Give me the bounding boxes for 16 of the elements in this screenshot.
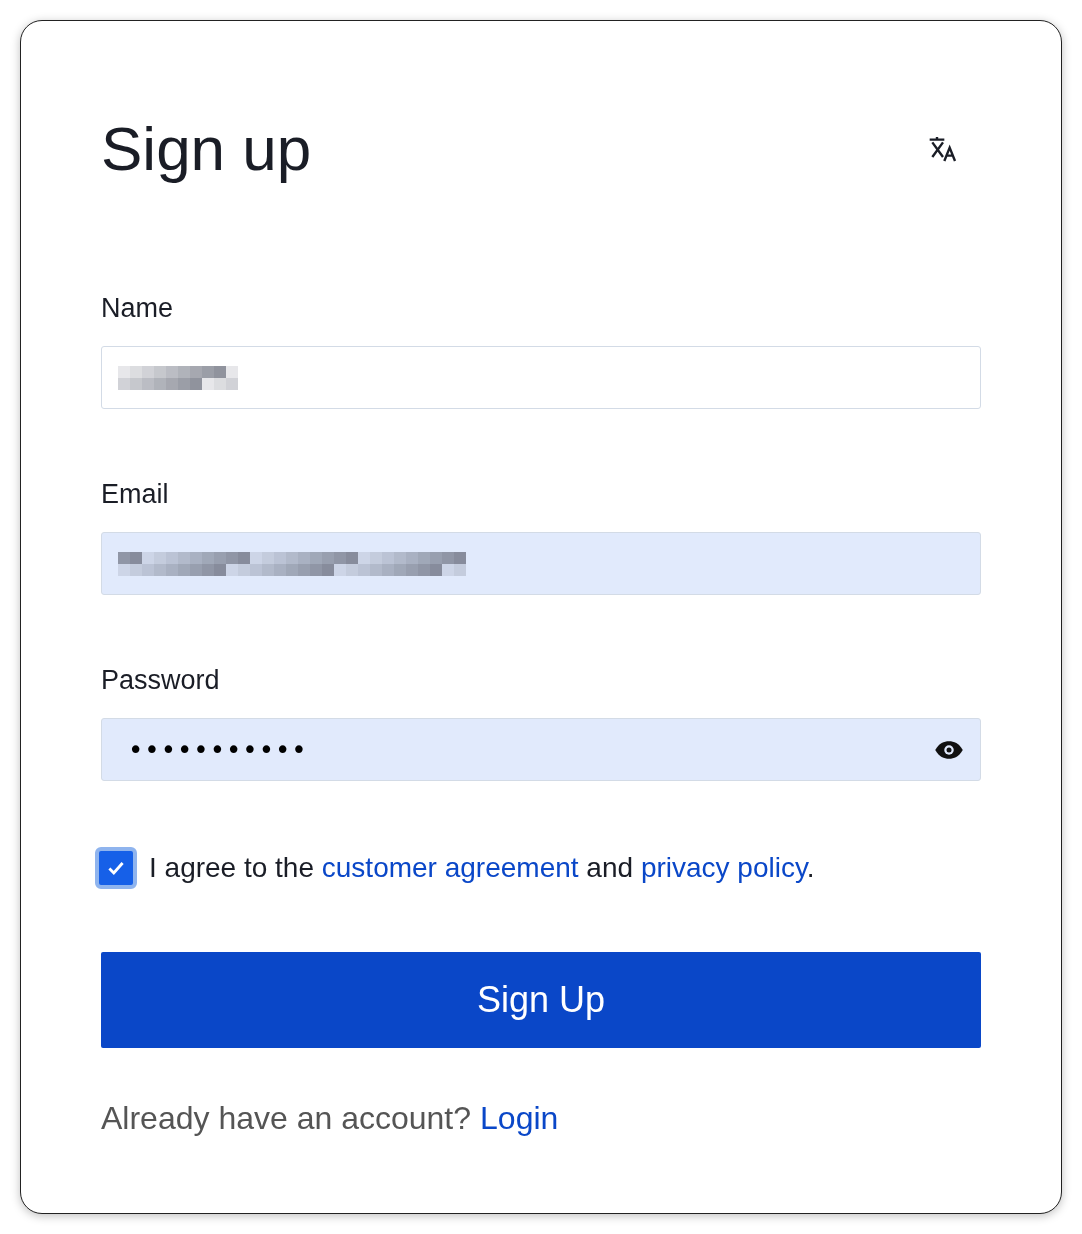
agreement-text: I agree to the customer agreement and privacy policy. bbox=[149, 852, 815, 884]
password-field[interactable]: ••••••••••• bbox=[101, 718, 981, 781]
account-prompt: Already have an account? bbox=[101, 1100, 472, 1137]
sign-up-button[interactable]: Sign Up bbox=[101, 952, 981, 1048]
agreement-link[interactable]: customer agreement bbox=[321, 852, 579, 883]
input-field[interactable] bbox=[101, 532, 981, 595]
agreement-link[interactable]: privacy policy bbox=[640, 852, 807, 883]
login-link[interactable]: Login bbox=[480, 1100, 559, 1137]
show-password-icon[interactable] bbox=[934, 739, 964, 760]
field-label: Email bbox=[101, 478, 170, 511]
password-value: ••••••••••• bbox=[127, 734, 309, 765]
input-field[interactable] bbox=[101, 346, 981, 409]
agreement-checkbox[interactable] bbox=[95, 847, 137, 889]
page-title: Sign up bbox=[101, 113, 312, 185]
field-label: Name bbox=[101, 292, 175, 325]
field-label: Password bbox=[101, 664, 221, 697]
